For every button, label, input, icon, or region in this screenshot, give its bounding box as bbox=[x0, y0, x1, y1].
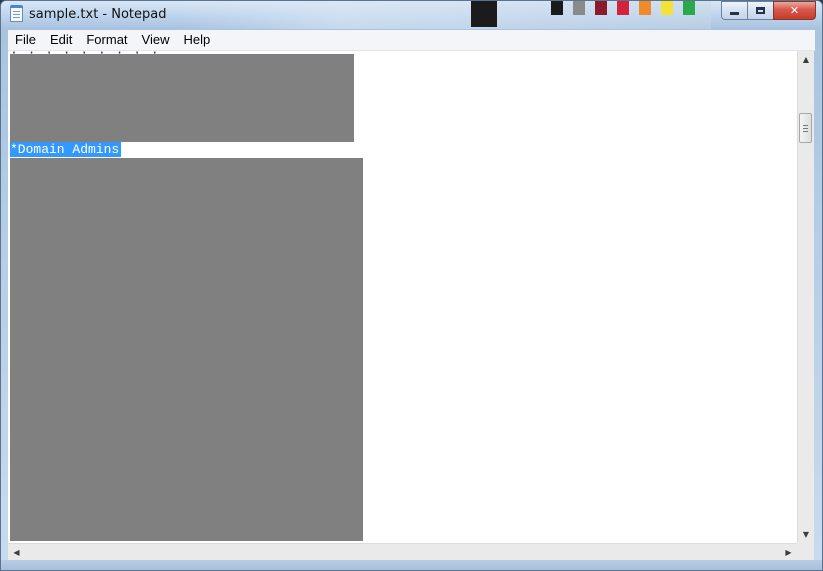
grip-line bbox=[803, 131, 808, 132]
grip-line bbox=[803, 128, 808, 129]
scroll-left-button[interactable]: ◀ bbox=[8, 544, 25, 560]
scroll-up-button[interactable]: ▲ bbox=[798, 51, 814, 68]
title-bar[interactable]: sample.txt - Notepad ✕ bbox=[1, 1, 822, 29]
vertical-scroll-thumb[interactable] bbox=[799, 113, 812, 143]
window-bottom-frame bbox=[1, 560, 822, 570]
notepad-icon[interactable] bbox=[10, 5, 23, 22]
maximize-icon bbox=[756, 7, 765, 14]
arrow-up-icon: ▲ bbox=[802, 55, 810, 64]
text-editor-area[interactable]: · · · · · · · · · *Domain Admins bbox=[8, 51, 797, 543]
background-swatch bbox=[617, 1, 629, 15]
menu-edit[interactable]: Edit bbox=[43, 30, 79, 50]
minimize-icon bbox=[730, 12, 739, 15]
close-icon: ✕ bbox=[789, 4, 800, 17]
vertical-scrollbar[interactable]: ▲ ▼ bbox=[797, 51, 814, 543]
background-swatch bbox=[595, 1, 607, 15]
menu-help[interactable]: Help bbox=[176, 30, 217, 50]
redacted-block bbox=[10, 54, 354, 142]
menu-bar: File Edit Format View Help bbox=[8, 30, 815, 51]
arrow-right-icon: ▶ bbox=[785, 547, 792, 557]
minimize-button[interactable] bbox=[721, 1, 747, 20]
window-title: sample.txt - Notepad bbox=[29, 7, 167, 22]
background-blur bbox=[181, 1, 711, 29]
close-button[interactable]: ✕ bbox=[773, 1, 816, 20]
horizontal-scrollbar[interactable]: ◀ ▶ bbox=[8, 543, 797, 560]
arrow-down-icon: ▼ bbox=[802, 530, 810, 539]
background-swatch bbox=[661, 1, 673, 15]
menu-format[interactable]: Format bbox=[79, 30, 134, 50]
menu-view[interactable]: View bbox=[135, 30, 177, 50]
background-swatch bbox=[683, 1, 695, 15]
size-grip[interactable] bbox=[797, 543, 814, 560]
scroll-down-button[interactable]: ▼ bbox=[798, 526, 814, 543]
selected-text[interactable]: *Domain Admins bbox=[10, 142, 122, 157]
window-controls: ✕ bbox=[721, 1, 816, 20]
scroll-right-button[interactable]: ▶ bbox=[780, 544, 797, 560]
background-swatch bbox=[639, 1, 651, 15]
background-swatch-dark bbox=[471, 1, 497, 27]
menu-file[interactable]: File bbox=[8, 30, 43, 50]
background-swatch bbox=[573, 1, 585, 15]
redacted-block bbox=[10, 158, 363, 541]
grip-line bbox=[803, 125, 808, 126]
arrow-left-icon: ◀ bbox=[13, 547, 20, 557]
maximize-button[interactable] bbox=[747, 1, 773, 20]
notepad-window: sample.txt - Notepad ✕ File Edit Format … bbox=[0, 0, 823, 571]
background-swatch bbox=[551, 1, 563, 15]
